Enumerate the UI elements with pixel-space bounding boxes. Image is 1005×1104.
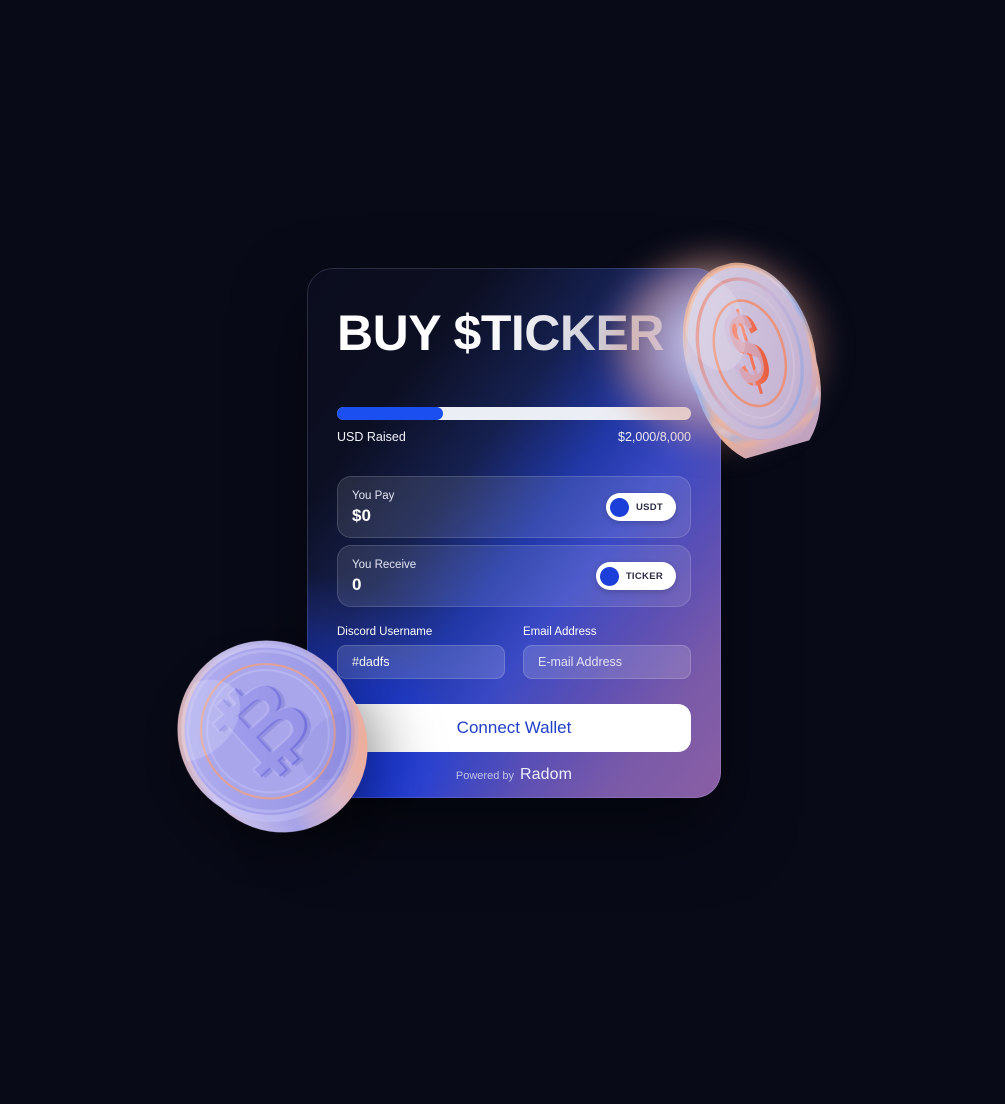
- usdt-token-label: USDT: [635, 501, 663, 513]
- form-fields: Discord Username Email Address: [337, 626, 691, 679]
- ticker-token-icon: [599, 566, 619, 586]
- you-pay-box[interactable]: You Pay $0 USDT: [337, 476, 691, 538]
- bitcoin-coin: ₿ ₿ ₿: [155, 628, 375, 843]
- you-pay-label: You Pay: [352, 489, 395, 502]
- progress-meta: USD Raised $2,000/8,000: [337, 430, 691, 444]
- email-address-label: Email Address: [523, 626, 597, 638]
- you-pay-value[interactable]: $0: [352, 507, 606, 524]
- you-receive-box[interactable]: You Receive 0 TICKER: [337, 545, 691, 607]
- app-root: $ $ BUY $TICKER USD Raised $2,000/8,000: [0, 0, 1005, 1104]
- radom-brand: Radom: [520, 766, 573, 783]
- you-receive-value[interactable]: 0: [352, 576, 596, 593]
- bitcoin-coin-icon: ₿ ₿ ₿: [155, 640, 375, 833]
- progress-fill: [337, 407, 444, 420]
- token-selector-usdt[interactable]: USDT: [605, 493, 676, 521]
- you-receive-label: You Receive: [352, 558, 417, 571]
- you-pay-left: You Pay $0: [352, 490, 606, 525]
- you-receive-left: You Receive 0: [352, 559, 596, 594]
- progress-label: USD Raised: [337, 430, 406, 444]
- dollar-coin: $ $: [613, 256, 855, 465]
- email-address-field: Email Address: [523, 626, 691, 679]
- connect-wallet-button[interactable]: Connect Wallet: [337, 704, 691, 752]
- powered-by-text: Powered by: [455, 770, 514, 782]
- ticker-token-label: TICKER: [625, 570, 663, 582]
- email-address-input[interactable]: [523, 645, 691, 679]
- token-selector-ticker[interactable]: TICKER: [595, 562, 676, 590]
- usdt-token-icon: [609, 497, 629, 517]
